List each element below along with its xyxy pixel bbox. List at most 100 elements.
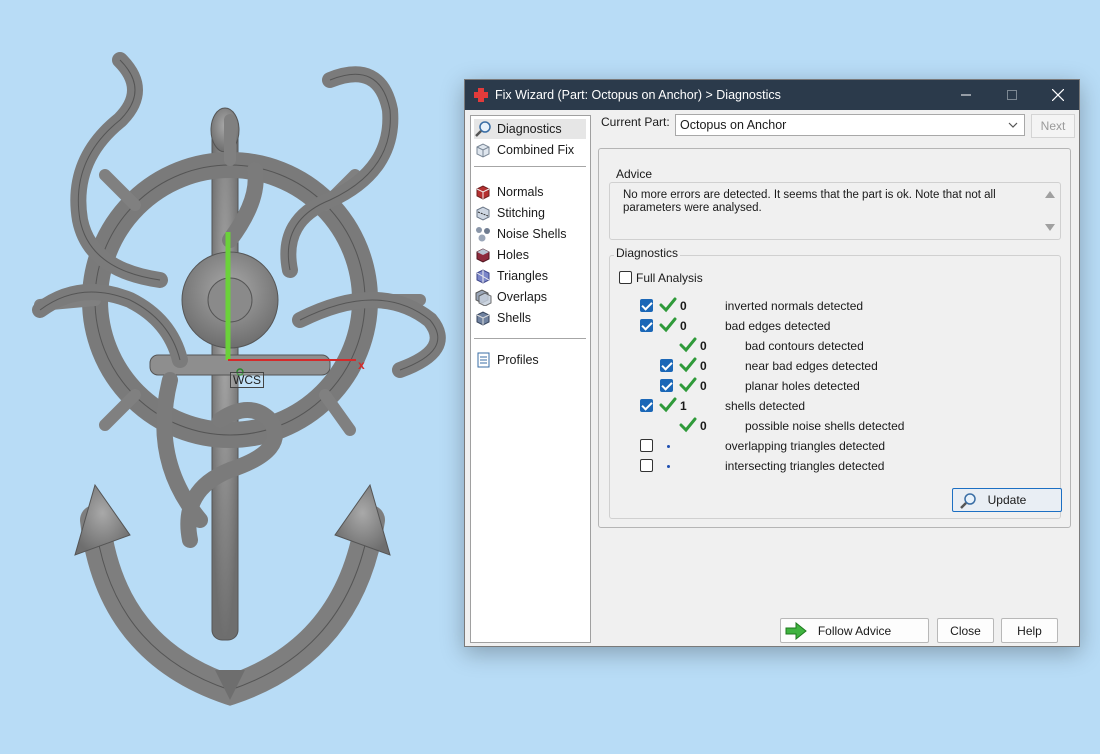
maximize-icon	[1007, 90, 1017, 100]
diagnostic-label: inverted normals detected	[725, 299, 864, 313]
ok-check-icon	[659, 317, 677, 333]
ok-check-icon	[659, 397, 677, 413]
update-label: Update	[987, 493, 1027, 507]
diagnostic-label: planar holes detected	[745, 379, 860, 393]
nav-label: Stitching	[497, 206, 545, 220]
nav-label: Overlaps	[497, 290, 548, 304]
overlaps-cube-icon	[474, 288, 492, 307]
minimize-button[interactable]	[943, 80, 989, 110]
close-button[interactable]: Close	[937, 618, 994, 643]
bad-edges-checkbox[interactable]	[640, 319, 653, 332]
diagnostic-count: 0	[680, 299, 687, 313]
ok-check-icon	[679, 377, 697, 393]
magnifier-icon	[474, 120, 492, 138]
next-button[interactable]: Next	[1031, 114, 1075, 138]
3d-viewport[interactable]: WCS x	[0, 0, 470, 754]
x-axis-label: x	[358, 358, 365, 372]
follow-advice-label: Follow Advice	[817, 623, 892, 638]
diagnostic-count: 0	[700, 359, 707, 373]
wcs-label: WCS	[230, 372, 264, 388]
nav-label: Triangles	[497, 269, 548, 283]
diagnostic-label: overlapping triangles detected	[725, 439, 886, 453]
diagnostics-page: No more errors are detected. It seems th…	[598, 148, 1071, 528]
nav-separator	[474, 338, 586, 339]
diagnostic-label: bad contours detected	[745, 339, 864, 353]
advice-text: No more errors are detected. It seems th…	[613, 186, 1039, 238]
diagnostics-title: Diagnostics	[614, 246, 681, 260]
red-cross-icon	[474, 88, 488, 102]
nav-separator	[474, 166, 586, 167]
diagnostics-group: Full Analysis 0 inverted normals detecte…	[609, 255, 1062, 519]
scroll-up-arrow-icon[interactable]	[1045, 191, 1055, 198]
nav-item-profiles[interactable]: Profiles	[474, 350, 586, 370]
nav-item-triangles[interactable]: Triangles	[474, 266, 586, 286]
fix-wizard-window: Fix Wizard (Part: Octopus on Anchor) > D…	[464, 79, 1080, 647]
nav-label: Noise Shells	[497, 227, 567, 241]
nav-item-noise-shells[interactable]: Noise Shells	[474, 224, 586, 244]
scroll-down-arrow-icon[interactable]	[1045, 224, 1055, 231]
cube-icon	[474, 141, 492, 159]
nav-label: Shells	[497, 311, 532, 325]
nav-label: Holes	[497, 248, 529, 262]
not-analysed-dot-icon	[667, 465, 670, 468]
diagnostic-count: 0	[700, 419, 707, 433]
nav-item-normals[interactable]: Normals	[474, 182, 586, 202]
nav-label: Normals	[497, 185, 544, 199]
minimize-icon	[961, 94, 971, 96]
shells-cube-icon	[474, 309, 492, 327]
diagnostic-label: bad edges detected	[725, 319, 831, 333]
current-part-label: Current Part:	[601, 115, 670, 129]
update-button[interactable]: Update	[952, 488, 1062, 512]
window-title: Fix Wizard (Part: Octopus on Anchor) > D…	[495, 88, 781, 102]
planar-holes-checkbox[interactable]	[660, 379, 673, 392]
normals-cube-icon	[474, 183, 492, 201]
triangles-cube-icon	[474, 267, 492, 285]
nav-item-overlaps[interactable]: Overlaps	[474, 287, 586, 307]
advice-group: No more errors are detected. It seems th…	[609, 182, 1061, 240]
nav-label: Diagnostics	[497, 122, 562, 136]
intersecting-triangles-checkbox[interactable]	[640, 459, 653, 472]
magnifier-icon	[960, 493, 976, 509]
stitching-cube-icon	[474, 204, 492, 222]
current-part-value: Octopus on Anchor	[680, 118, 787, 132]
title-bar[interactable]: Fix Wizard (Part: Octopus on Anchor) > D…	[465, 80, 1079, 110]
ok-check-icon	[679, 357, 697, 373]
not-analysed-dot-icon	[667, 445, 670, 448]
document-icon	[474, 351, 492, 369]
close-window-button[interactable]	[1035, 80, 1081, 110]
inverted-normals-checkbox[interactable]	[640, 299, 653, 312]
diagnostic-count: 0	[680, 319, 687, 333]
nav-item-holes[interactable]: Holes	[474, 245, 586, 265]
nav-label: Combined Fix	[497, 143, 575, 157]
nav-item-shells[interactable]: Shells	[474, 308, 586, 328]
nav-item-combined-fix[interactable]: Combined Fix	[474, 140, 586, 160]
diagnostic-label: intersecting triangles detected	[725, 459, 885, 473]
diagnostic-label: near bad edges detected	[745, 359, 878, 373]
close-icon	[1052, 89, 1064, 101]
holes-cube-icon	[474, 246, 492, 264]
help-button[interactable]: Help	[1001, 618, 1058, 643]
near-bad-edges-checkbox[interactable]	[660, 359, 673, 372]
ok-check-icon	[659, 297, 677, 313]
nav-label: Profiles	[497, 353, 539, 367]
maximize-button[interactable]	[989, 80, 1035, 110]
noise-shells-icon	[474, 225, 492, 243]
shells-checkbox[interactable]	[640, 399, 653, 412]
ok-check-icon	[679, 417, 697, 433]
follow-advice-button[interactable]: Follow Advice	[780, 618, 929, 643]
diagnostic-count: 0	[700, 379, 707, 393]
wizard-nav-panel: Diagnostics Combined Fix Normals Stitchi…	[470, 115, 591, 643]
diagnostic-count: 0	[700, 339, 707, 353]
diagnostic-count: 1	[680, 399, 687, 413]
diagnostic-label: possible noise shells detected	[745, 419, 905, 433]
diagnostic-label: shells detected	[725, 399, 806, 413]
full-analysis-checkbox[interactable]	[619, 271, 632, 284]
chevron-down-icon	[1008, 122, 1018, 128]
current-part-select[interactable]: Octopus on Anchor	[675, 114, 1025, 136]
nav-item-stitching[interactable]: Stitching	[474, 203, 586, 223]
green-arrow-icon	[785, 622, 807, 640]
advice-title: Advice	[614, 167, 655, 181]
nav-item-diagnostics[interactable]: Diagnostics	[474, 119, 586, 139]
overlapping-triangles-checkbox[interactable]	[640, 439, 653, 452]
full-analysis-label: Full Analysis	[636, 271, 703, 285]
